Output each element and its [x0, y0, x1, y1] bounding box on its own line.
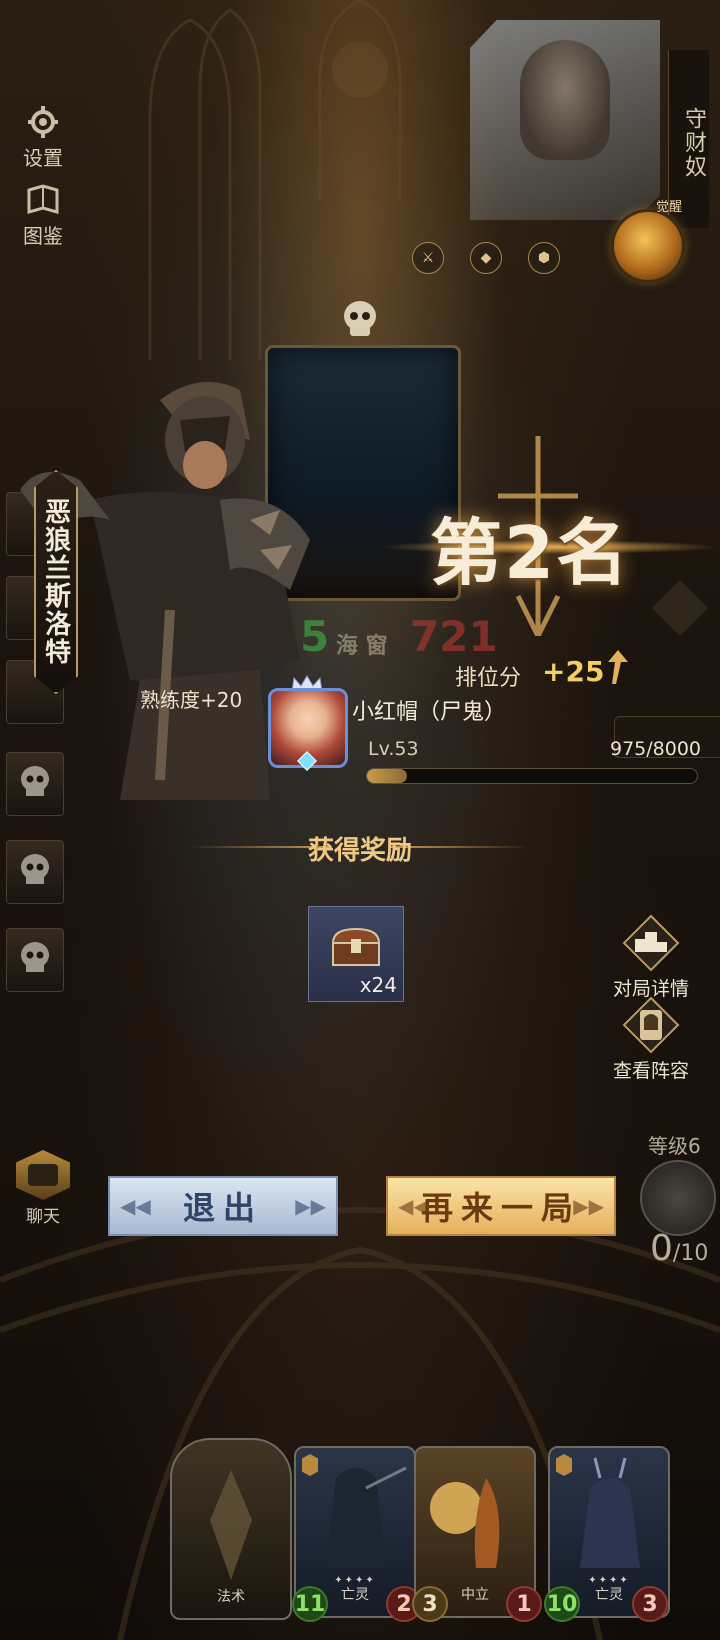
rank-points-delta: +25	[542, 655, 605, 688]
reward-count: x24	[359, 973, 397, 997]
player-portrait-slot[interactable]	[6, 928, 64, 992]
faded-label: 海 窗	[336, 634, 388, 659]
arrow-right-icon: ▶▶	[573, 1194, 604, 1218]
arrow-right-icon: ▶▶	[295, 1194, 326, 1218]
chat-button[interactable]: 聊天	[8, 1150, 78, 1230]
opponent-equipment-icons: ⚔ ◆ ⬢	[412, 242, 560, 274]
level-progress: 0/10	[650, 1228, 708, 1269]
arrow-left-icon: ◀◀	[120, 1194, 151, 1218]
rank-points-label: 排位分	[455, 666, 522, 691]
exit-label: 退出	[182, 1189, 263, 1227]
awaken-label: 觉醒	[656, 200, 683, 215]
play-again-label: 再来一局	[420, 1189, 581, 1227]
xp-progress-bar	[366, 768, 698, 784]
faded-attack-stat: 5	[300, 612, 330, 661]
opponent-portrait	[520, 40, 610, 160]
reward-item[interactable]: x24	[308, 906, 404, 1002]
xp-progress-fill	[367, 769, 408, 783]
level-progress-count: 0	[650, 1228, 673, 1269]
match-details-button[interactable]: 对局详情	[606, 914, 696, 1001]
awaken-orb-icon[interactable]	[614, 212, 682, 280]
hand-card[interactable]: 法术	[170, 1438, 292, 1620]
sword-icon: ⚔	[412, 242, 444, 274]
codex-label: 图鉴	[23, 224, 63, 248]
chat-bubble-icon	[16, 1150, 70, 1200]
hero-name-tag: 恶狼兰斯洛特	[34, 470, 78, 694]
helmet-card-icon	[622, 996, 680, 1054]
armor-icon: ◆	[470, 242, 502, 274]
view-lineup-label: 查看阵容	[612, 1060, 689, 1082]
player-level: Lv.53	[368, 738, 419, 760]
card-attack: 3	[412, 1586, 448, 1622]
gear-icon	[28, 106, 58, 138]
level-progress-max: /10	[672, 1241, 709, 1266]
skull-emblem-icon	[344, 301, 376, 336]
view-lineup-button[interactable]: 查看阵容	[606, 996, 696, 1083]
play-again-button[interactable]: ◀◀ 再来一局 ▶▶	[386, 1176, 616, 1236]
treasure-chest-icon	[331, 927, 381, 966]
card-attack: 10	[544, 1586, 580, 1622]
card-tier-gem-icon	[302, 1454, 318, 1476]
card-health: 3	[632, 1586, 668, 1622]
settings-label: 设置	[23, 146, 63, 170]
chat-label: 聊天	[26, 1207, 60, 1227]
xp-value: 975/8000	[610, 738, 702, 760]
shield-icon: ⬢	[528, 242, 560, 274]
hero-name: 恶狼兰斯洛特	[40, 498, 71, 666]
card-type: 法术	[217, 1589, 245, 1605]
card-health: 1	[506, 1586, 542, 1622]
level-label: 等级6	[648, 1134, 701, 1158]
card-tier-gem-icon	[556, 1454, 572, 1476]
exit-button[interactable]: ◀◀ 退出 ▶▶	[108, 1176, 338, 1236]
card-attack: 11	[292, 1586, 328, 1622]
settings-button[interactable]: 设置	[12, 104, 74, 171]
podium-icon	[622, 914, 680, 972]
level-orb[interactable]	[640, 1160, 716, 1236]
rank-title: 第2名	[430, 511, 631, 595]
arrow-up-icon	[608, 650, 628, 684]
book-icon	[27, 184, 59, 214]
player-name: 小红帽（尸鬼）	[352, 700, 507, 725]
rewards-title: 获得奖励	[307, 836, 412, 866]
skull-icon	[21, 942, 49, 972]
arrow-left-icon: ◀◀	[398, 1194, 429, 1218]
codex-button[interactable]: 图鉴	[12, 182, 74, 249]
proficiency-gain: 熟练度+20	[140, 688, 243, 712]
